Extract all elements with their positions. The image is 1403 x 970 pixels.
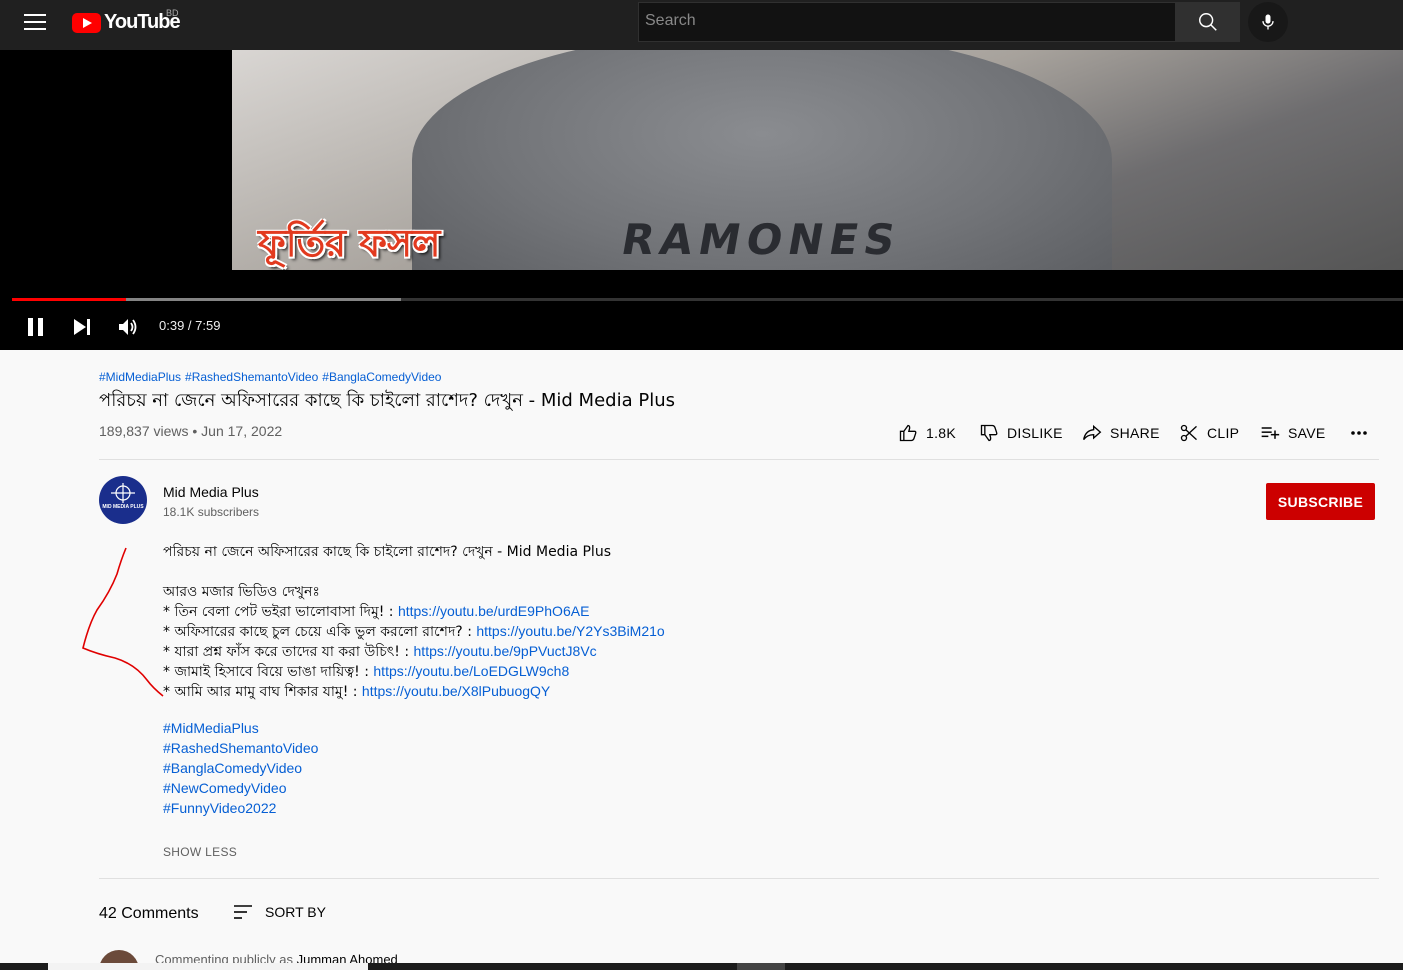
- thumbs-up-icon: [899, 424, 917, 442]
- playlist-add-icon: [1261, 427, 1280, 439]
- microphone-icon: [1262, 14, 1274, 30]
- next-icon: [74, 319, 90, 335]
- hashtag-link[interactable]: #NewComedyVideo: [163, 780, 286, 796]
- clip-button[interactable]: CLIP: [1179, 422, 1239, 444]
- divider: [99, 878, 1379, 879]
- channel-avatar-text: MID MEDIA PLUS: [102, 504, 144, 510]
- title-hashtags: #MidMediaPlus #RashedShemantoVideo #Bangla…: [99, 370, 445, 384]
- subscriber-count: 18.1K subscribers: [163, 505, 260, 519]
- youtube-play-icon: [72, 12, 101, 33]
- more-horizontal-icon: [1351, 431, 1367, 435]
- like-count: 1.8K: [926, 425, 956, 441]
- link-item-text: * আমি আর মামু বাঘ শিকার যামু! :: [163, 684, 362, 700]
- link-item-text: * যারা প্রশ্ন ফাঁস করে তাদের যা করা উচিৎ…: [163, 644, 414, 660]
- hashtag-link[interactable]: #MidMediaPlus: [163, 720, 259, 736]
- share-icon: [1083, 424, 1102, 441]
- hand-drawn-annotation: [82, 547, 164, 697]
- video-frame[interactable]: RAMONES ফূর্তির ফসল: [232, 50, 1403, 270]
- search-input[interactable]: Search: [638, 2, 1176, 42]
- sort-icon: [234, 905, 252, 919]
- save-button[interactable]: SAVE: [1260, 422, 1326, 444]
- hashtag-link[interactable]: #BanglaComedyVideo: [163, 760, 302, 776]
- video-link[interactable]: https://youtu.be/LoEDGLW9ch8: [373, 663, 569, 679]
- pause-button[interactable]: [26, 317, 46, 342]
- clip-label: CLIP: [1207, 425, 1240, 441]
- youtube-logo[interactable]: YouTube BD: [72, 8, 181, 34]
- divider: [99, 459, 1379, 460]
- show-less-button[interactable]: SHOW LESS: [163, 845, 237, 859]
- pause-icon: [28, 318, 43, 336]
- taskbar-item[interactable]: [737, 963, 785, 970]
- progress-bar[interactable]: [12, 298, 1403, 301]
- video-caption: ফূর্তির ফসল: [258, 221, 441, 265]
- thumbs-down-icon: [980, 424, 998, 442]
- top-bar: YouTube BD Search: [0, 0, 1403, 50]
- taskbar-item[interactable]: [48, 963, 368, 970]
- comments-count: 42 Comments: [99, 905, 199, 922]
- progress-played: [12, 298, 127, 301]
- more-actions-button[interactable]: [1350, 422, 1376, 444]
- share-label: SHARE: [1110, 425, 1160, 441]
- dislike-label: DISLIKE: [1007, 425, 1063, 441]
- volume-icon: [119, 319, 137, 335]
- subscribe-button[interactable]: SUBSCRIBE: [1266, 483, 1375, 520]
- dislike-button[interactable]: DISLIKE: [979, 422, 1063, 444]
- volume-button[interactable]: [118, 317, 140, 342]
- video-link[interactable]: https://youtu.be/X8lPubuogQY: [362, 683, 550, 699]
- voice-search-button[interactable]: [1248, 2, 1288, 42]
- hashtag-link[interactable]: #RashedShemantoVideo: [185, 370, 318, 384]
- scissors-icon: [1180, 424, 1197, 442]
- channel-name[interactable]: Mid Media Plus: [163, 484, 259, 500]
- channel-avatar[interactable]: MID MEDIA PLUS: [99, 476, 147, 524]
- next-button[interactable]: [72, 318, 92, 341]
- link-item-text: * তিন বেলা পেট ভইরা ভালোবাসা দিমু! :: [163, 604, 398, 620]
- link-item-text: * জামাই হিসাবে বিয়ে ভাঙা দায়িত্ব! :: [163, 664, 374, 680]
- video-link[interactable]: https://youtu.be/Y2Ys3BiM21o: [476, 623, 664, 639]
- description-line: পরিচয় না জেনে অফিসারের কাছে কি চাইলো রা…: [163, 544, 611, 560]
- hashtag-link[interactable]: #BanglaComedyVideo: [322, 370, 441, 384]
- shirt-print: RAMONES: [617, 215, 905, 264]
- video-link[interactable]: https://youtu.be/9pPVuctJ8Vc: [414, 643, 597, 659]
- sort-by-label: SORT BY: [265, 904, 326, 920]
- video-title: পরিচয় না জেনে অফিসারের কাছে কি চাইলো রা…: [99, 390, 675, 411]
- view-count-date: 189,837 views • Jun 17, 2022: [99, 423, 283, 439]
- like-button[interactable]: 1.8K: [898, 422, 956, 444]
- country-code: BD: [166, 8, 179, 18]
- link-item-text: * অফিসারের কাছে চুল চেয়ে একি ভুল করলো র…: [163, 624, 477, 640]
- sort-by-button[interactable]: SORT BY: [233, 903, 326, 921]
- hashtag-link[interactable]: #RashedShemantoVideo: [163, 740, 318, 756]
- search-button[interactable]: [1176, 2, 1240, 42]
- channel-logo-icon: [111, 483, 135, 503]
- hashtag-link[interactable]: #MidMediaPlus: [99, 370, 181, 384]
- video-link[interactable]: https://youtu.be/urdE9PhO6AE: [398, 603, 589, 619]
- search-icon: [1199, 13, 1217, 31]
- save-label: SAVE: [1288, 425, 1326, 441]
- menu-icon[interactable]: [24, 14, 46, 32]
- description-link-item: * আমি আর মামু বাঘ শিকার যামু! : https://…: [163, 680, 550, 704]
- video-player[interactable]: RAMONES ফূর্তির ফসল 0:39 / 7:59: [0, 50, 1403, 350]
- time-display: 0:39 / 7:59: [159, 318, 221, 333]
- hashtag-link[interactable]: #FunnyVideo2022: [163, 800, 276, 816]
- share-button[interactable]: SHARE: [1082, 422, 1160, 444]
